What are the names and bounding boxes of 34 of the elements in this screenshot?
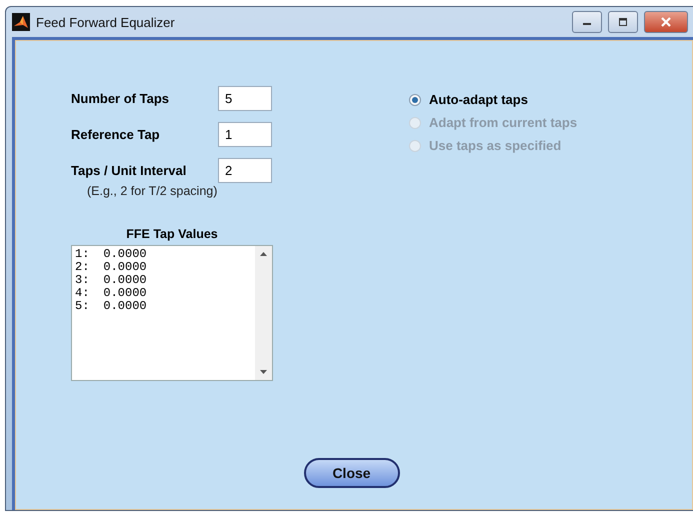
tap-values-list[interactable]: 1: 0.0000 2: 0.0000 3: 0.0000 4: 0.0000 5: 0.0000 — [71, 245, 273, 381]
hint-text: (E.g., 2 for T/2 spacing) — [87, 184, 218, 198]
maximize-icon — [617, 17, 629, 27]
tap-value: 0.0000 — [103, 274, 147, 287]
list-title: FFE Tap Values — [125, 227, 219, 241]
input-field[interactable]: 1 — [218, 122, 272, 147]
tap-index: 1: — [75, 248, 90, 261]
tap-index: 2: — [75, 261, 90, 274]
field-label: Taps / Unit Interval — [71, 163, 188, 178]
minimize-button[interactable] — [572, 11, 602, 33]
option-label: Use taps as specified — [429, 138, 562, 153]
app-icon — [12, 13, 30, 31]
close-window-button[interactable] — [644, 11, 688, 33]
option-label: Auto-adapt taps — [429, 92, 528, 107]
input-field[interactable]: 5 — [218, 86, 272, 111]
tap-index: 3: — [75, 274, 90, 287]
field-label: Number of Taps — [71, 91, 170, 106]
tap-value: 0.0000 — [103, 300, 147, 313]
scroll-up-icon[interactable] — [260, 252, 267, 256]
scrollbar[interactable] — [255, 246, 272, 380]
input-field[interactable]: 2 — [218, 158, 272, 183]
radio-button[interactable] — [409, 94, 421, 106]
close-icon — [660, 17, 672, 27]
tap-index: 4: — [75, 287, 90, 300]
scroll-down-icon[interactable] — [260, 370, 267, 374]
window-title: Feed Forward Equalizer — [36, 14, 175, 30]
option-label: Adapt from current taps — [429, 115, 578, 130]
tap-value: 0.0000 — [103, 287, 147, 300]
field-label: Reference Tap — [71, 127, 161, 142]
close-button[interactable]: Close — [304, 458, 400, 488]
maximize-button[interactable] — [608, 11, 638, 33]
tap-value: 0.0000 — [103, 261, 147, 274]
tap-value: 0.0000 — [103, 248, 147, 261]
tap-index: 5: — [75, 300, 90, 313]
